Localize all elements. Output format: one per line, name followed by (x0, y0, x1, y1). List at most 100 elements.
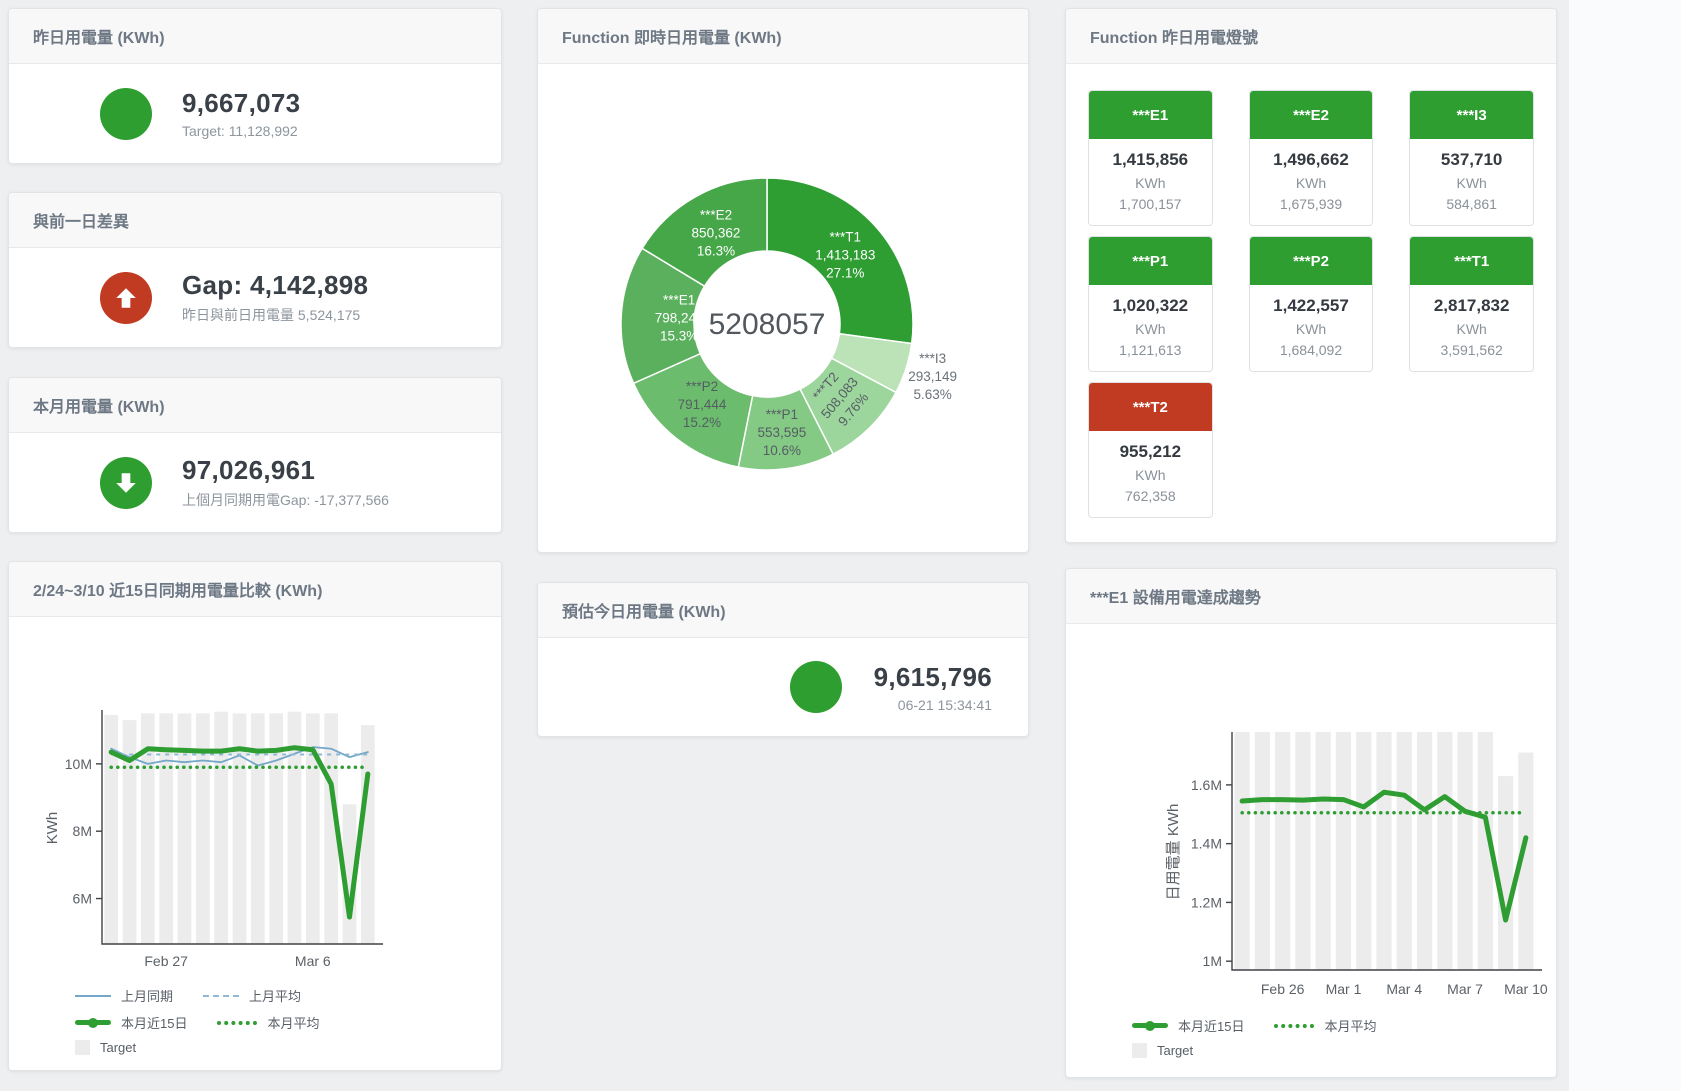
card-title: 昨日用電量 (KWh) (9, 9, 501, 64)
target-bar (196, 713, 210, 944)
card-title: Function 即時日用電量 (KWh) (538, 9, 1028, 64)
target-bar (1457, 732, 1472, 970)
tile-target: 3,591,562 (1410, 342, 1533, 358)
legend-label: 本月平均 (1324, 1016, 1376, 1035)
x-tick-label: Mar 10 (1504, 981, 1548, 997)
target-bar (1356, 732, 1371, 970)
target-bar (1376, 732, 1391, 970)
legend-item-本月近15日[interactable]: 本月近15日 (75, 1013, 187, 1032)
tile-target: 1,121,613 (1089, 342, 1212, 358)
card-estimate-today: 預估今日用電量 (KWh) 9,615,796 06-21 15:34:41 (537, 582, 1029, 737)
card-title: Function 昨日用電燈號 (1066, 9, 1556, 64)
legend-swatch (1274, 1024, 1314, 1028)
tile-unit: KWh (1089, 467, 1212, 483)
compare-chart-legend: 上月同期 上月平均本月近15日 本月平均 Target (75, 986, 501, 1055)
tile-unit: KWh (1250, 175, 1373, 191)
light-tile-P2: ***P2 1,422,557 KWh 1,684,092 (1249, 236, 1374, 372)
card-title: 本月用電量 (KWh) (9, 378, 501, 433)
card-status-lights: Function 昨日用電燈號 ***E1 1,415,856 KWh 1,700,1… (1065, 8, 1557, 543)
tile-status-header: ***T1 (1410, 237, 1533, 285)
target-bar (361, 725, 375, 944)
legend-item-上月同期[interactable]: 上月同期 (75, 986, 173, 1005)
estimate-value: 9,615,796 (874, 662, 992, 693)
tile-target: 1,675,939 (1250, 196, 1373, 212)
light-tile-I3: ***I3537,710KWh584,861 (1409, 90, 1534, 226)
tile-target: 1,700,157 (1089, 196, 1212, 212)
y-tick-label: 1.4M (1191, 836, 1222, 852)
tile-value: 2,817,832 (1410, 296, 1533, 316)
tile-value: 1,422,557 (1250, 296, 1373, 316)
legend-item-Target[interactable]: Target (75, 1040, 136, 1055)
card-title: 與前一日差異 (9, 193, 501, 248)
x-tick-label: Mar 7 (1447, 981, 1483, 997)
y-tick-label: 1M (1203, 953, 1222, 969)
legend-item-Target[interactable]: Target (1132, 1043, 1193, 1058)
legend-item-本月平均[interactable]: 本月平均 (217, 1013, 319, 1032)
y-axis-title: 日用電量 KWh (1165, 804, 1182, 901)
compare-chart: 6M8M10MFeb 27Mar 6KWh (17, 702, 497, 974)
card-day-gap: 與前一日差異 Gap: 4,142,898 昨日與前日用電量 5,524,175 (8, 192, 502, 348)
tile-unit: KWh (1410, 175, 1533, 191)
card-compare-chart: 2/24~3/10 近15日同期用電量比較 (KWh) 6M8M10MFeb 2… (8, 561, 502, 1071)
target-bar (1417, 732, 1432, 970)
tile-value: 1,496,662 (1250, 150, 1373, 170)
y-tick-label: 10M (65, 756, 92, 772)
legend-item-本月近15日[interactable]: 本月近15日 (1132, 1016, 1244, 1035)
y-tick-label: 1.6M (1191, 777, 1222, 793)
tile-unit: KWh (1250, 321, 1373, 337)
y-tick-label: 6M (73, 891, 92, 907)
tile-value: 955,212 (1089, 442, 1212, 462)
x-tick-label: Mar 1 (1326, 981, 1362, 997)
light-tile-P1: ***P1 1,020,322 KWh 1,121,613 (1088, 236, 1213, 372)
legend-label: 本月平均 (267, 1013, 319, 1032)
card-title: 預估今日用電量 (KWh) (538, 583, 1028, 638)
legend-item-本月平均[interactable]: 本月平均 (1274, 1016, 1376, 1035)
tile-value: 1,020,322 (1089, 296, 1212, 316)
legend-label: Target (100, 1040, 136, 1055)
tile-unit: KWh (1089, 321, 1212, 337)
light-tile-E2: ***E2 1,496,662 KWh 1,675,939 (1249, 90, 1374, 226)
donut-center-total: 5208057 (709, 308, 826, 341)
legend-swatch (203, 995, 239, 997)
month-sub: 上個月同期用電Gap: -17,377,566 (182, 490, 410, 510)
target-bar (214, 712, 228, 944)
y-tick-label: 1.2M (1191, 894, 1222, 910)
gap-value: Gap: 4,142,898 (182, 270, 410, 301)
tile-unit: KWh (1410, 321, 1533, 337)
target-bar (1275, 732, 1290, 970)
tile-status-header: ***E2 (1250, 91, 1373, 139)
arrow-down-icon (113, 470, 139, 496)
x-tick-label: Mar 4 (1386, 981, 1422, 997)
legend-label: Target (1157, 1043, 1193, 1058)
status-circle-green (100, 88, 152, 140)
legend-swatch (1132, 1043, 1147, 1058)
card-title: ***E1 設備用電達成趨勢 (1066, 569, 1556, 624)
legend-label: 上月同期 (121, 986, 173, 1005)
legend-swatch (1132, 1023, 1168, 1028)
yesterday-target: Target: 11,128,992 (182, 123, 410, 139)
tile-value: 1,415,856 (1089, 150, 1212, 170)
card-e1-trend: ***E1 設備用電達成趨勢 1M1.2M1.4M1.6MFeb 26Mar 1… (1065, 568, 1557, 1078)
legend-swatch (75, 1040, 90, 1055)
legend-item-上月平均[interactable]: 上月平均 (203, 986, 301, 1005)
page-right-gutter (1569, 0, 1681, 1091)
card-month-usage: 本月用電量 (KWh) 97,026,961 上個月同期用電Gap: -17,3… (8, 377, 502, 533)
legend-label: 上月平均 (249, 986, 301, 1005)
status-tiles-grid: ***E1 1,415,856 KWh 1,700,157 ***E2 1,496,662… (1066, 64, 1556, 544)
target-bar (1336, 732, 1351, 970)
donut-chart: ***T11,413,18327.1%***I3293,1495.63%***T… (538, 64, 1028, 550)
yesterday-value: 9,667,073 (182, 88, 410, 119)
tile-status-header: ***E1 (1089, 91, 1212, 139)
legend-swatch (75, 995, 111, 997)
tile-status-header: ***P2 (1250, 237, 1373, 285)
tile-status-header: ***P1 (1089, 237, 1212, 285)
legend-label: 本月近15日 (121, 1013, 187, 1032)
arrow-up-icon (113, 285, 139, 311)
trend-chart: 1M1.2M1.4M1.6MFeb 26Mar 1Mar 4Mar 7Mar 1… (1074, 722, 1554, 1004)
tile-status-header: ***T2 (1089, 383, 1212, 431)
tile-value: 537,710 (1410, 150, 1533, 170)
tile-status-header: ***I3 (1410, 91, 1533, 139)
target-bar (1255, 732, 1270, 970)
tile-target: 1,684,092 (1250, 342, 1373, 358)
y-tick-label: 8M (73, 823, 92, 839)
